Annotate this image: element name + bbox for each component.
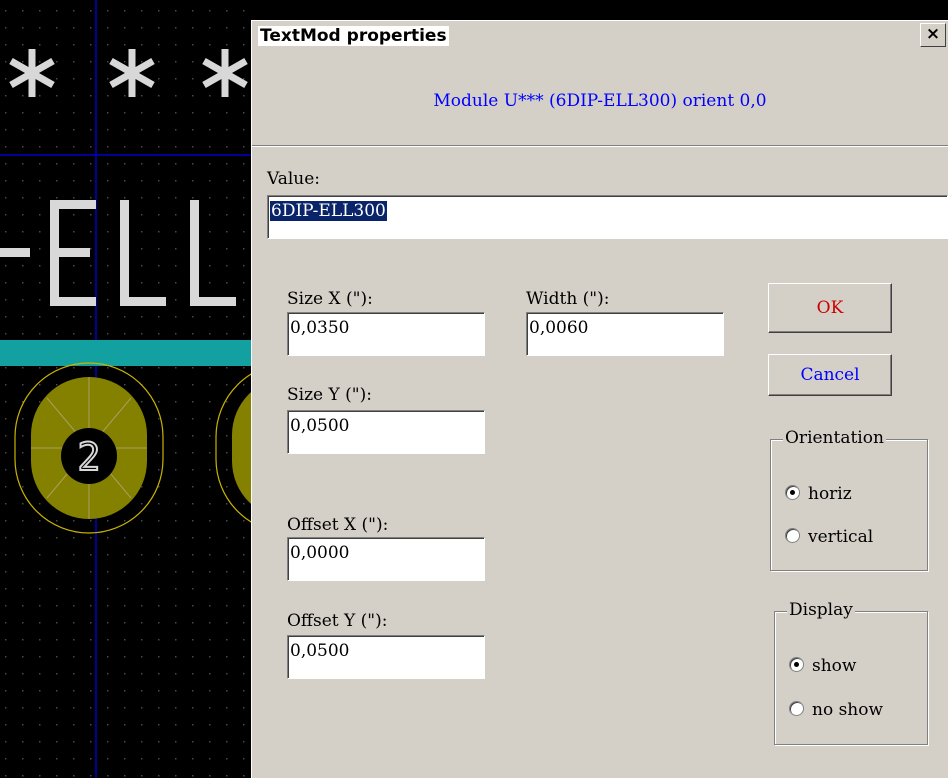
orientation-group-title: Orientation <box>783 428 886 448</box>
pcb-pad-number: 2 <box>78 435 101 479</box>
ok-button[interactable]: OK <box>768 283 892 333</box>
display-option-show[interactable]: show <box>789 656 856 676</box>
pcb-canvas[interactable]: 2 <box>0 0 260 778</box>
width-label: Width ("): <box>526 289 610 309</box>
offset-x-value: 0,0000 <box>290 543 350 563</box>
display-option-label: no show <box>812 700 884 720</box>
orientation-option-vertical[interactable]: vertical <box>785 527 873 547</box>
radio-button-icon[interactable] <box>789 701 804 716</box>
offset-y-label: Offset Y ("): <box>287 611 388 631</box>
radio-button-checked-icon[interactable] <box>789 657 804 672</box>
radio-button-checked-icon[interactable] <box>785 485 800 500</box>
display-option-no-show[interactable]: no show <box>789 700 883 720</box>
textmod-properties-dialog: TextMod properties × Module U*** (6DIP-E… <box>251 20 948 778</box>
module-info-header: Module U*** (6DIP-ELL300) orient 0,0 <box>433 91 767 111</box>
display-group: Display show no show <box>774 600 928 745</box>
size-x-input[interactable]: 0,0350 <box>287 312 485 356</box>
offset-x-input[interactable]: 0,0000 <box>287 537 485 581</box>
size-y-input[interactable]: 0,0500 <box>287 410 485 454</box>
offset-x-label: Offset X ("): <box>287 515 389 535</box>
value-label: Value: <box>267 169 321 189</box>
dialog-titlebar[interactable]: TextMod properties × <box>252 21 948 51</box>
value-input[interactable]: 6DIP-ELL300 <box>267 195 948 239</box>
dialog-title: TextMod properties <box>258 26 449 46</box>
close-button[interactable]: × <box>920 23 946 47</box>
size-x-value: 0,0350 <box>290 318 350 338</box>
cancel-button[interactable]: Cancel <box>768 354 892 396</box>
display-group-title: Display <box>787 600 855 620</box>
orientation-option-label: horiz <box>808 484 852 504</box>
value-input-text: 6DIP-ELL300 <box>270 201 387 221</box>
pcb-teal-track <box>0 340 260 366</box>
radio-button-icon[interactable] <box>785 528 800 543</box>
size-y-label: Size Y ("): <box>287 385 372 405</box>
display-option-label: show <box>812 656 857 676</box>
offset-y-input[interactable]: 0,0500 <box>287 635 485 679</box>
header-divider <box>252 145 948 147</box>
orientation-option-horiz[interactable]: horiz <box>785 484 852 504</box>
size-x-label: Size X ("): <box>287 289 373 309</box>
offset-y-value: 0,0500 <box>290 641 350 661</box>
orientation-group: Orientation horiz vertical <box>770 428 928 571</box>
orientation-option-label: vertical <box>808 527 874 547</box>
size-y-value: 0,0500 <box>290 416 350 436</box>
width-value: 0,0060 <box>529 318 589 338</box>
width-input[interactable]: 0,0060 <box>526 312 724 356</box>
